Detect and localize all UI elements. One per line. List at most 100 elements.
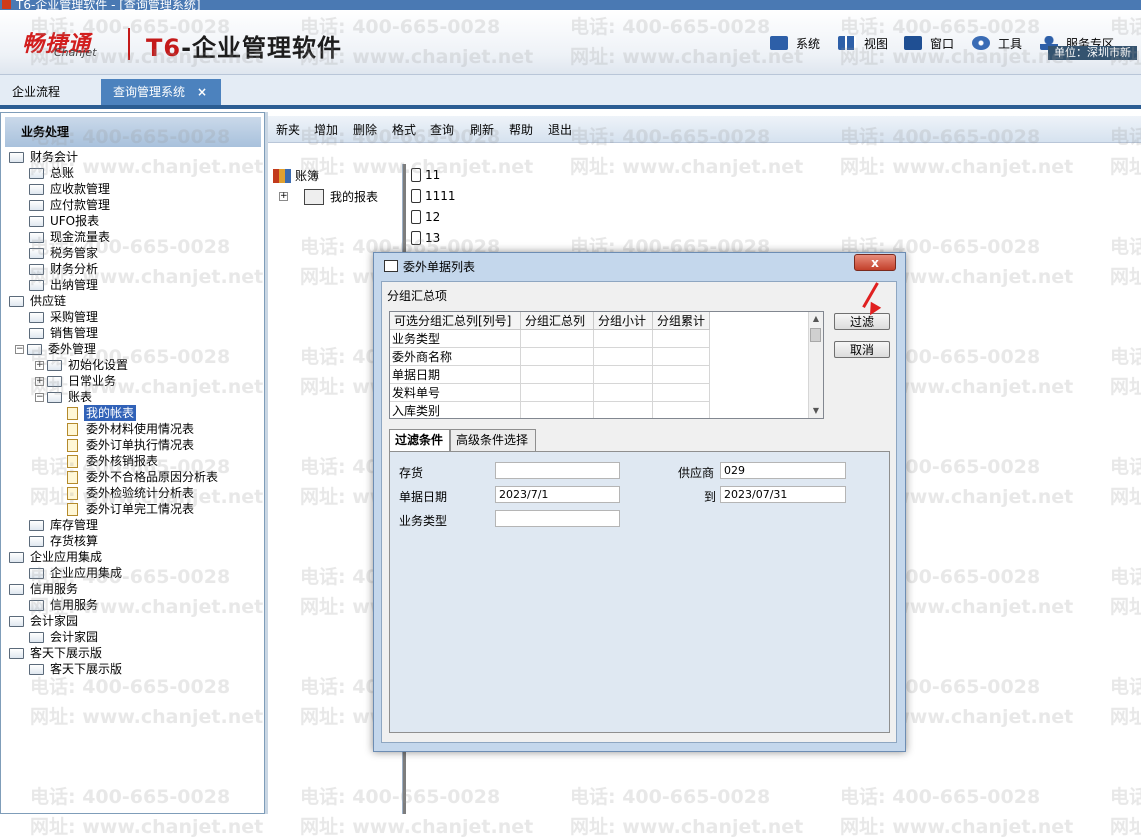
tree-node-my-reports[interactable]: + 我的报表 xyxy=(279,188,378,205)
tree-root-ledger[interactable]: 账簿 xyxy=(273,167,319,184)
tree-node[interactable]: 销售管理 xyxy=(29,325,100,341)
book-item[interactable]: 12 xyxy=(411,210,440,224)
scroll-thumb[interactable] xyxy=(810,328,821,342)
table-row[interactable]: 入库类别 xyxy=(390,401,711,418)
tree-node[interactable]: 委外材料使用情况表 xyxy=(67,421,196,437)
tree-node[interactable]: + 日常业务 xyxy=(35,373,118,389)
tree-node[interactable]: 我的帐表 xyxy=(67,405,137,421)
tree-node[interactable]: 会计家园 xyxy=(9,613,80,629)
grid-cell[interactable] xyxy=(652,401,711,418)
book-item[interactable]: 1111 xyxy=(411,189,456,203)
tree-node[interactable]: 出纳管理 xyxy=(29,277,100,293)
grid-scrollbar[interactable]: ▲ ▼ xyxy=(808,312,823,418)
add-button[interactable]: 增加 xyxy=(314,121,338,138)
inventory-input[interactable] xyxy=(495,462,620,479)
grid-cell[interactable] xyxy=(593,383,653,402)
tab-enterprise-flow[interactable]: 企业流程 xyxy=(0,79,72,105)
filter-button[interactable]: 过滤 xyxy=(834,313,890,330)
collapse-icon[interactable]: − xyxy=(35,392,44,402)
grid-cell[interactable] xyxy=(520,365,594,384)
tree-node[interactable]: 存货核算 xyxy=(29,533,100,549)
tree-node[interactable]: − 委外管理 xyxy=(15,341,98,357)
tree-node[interactable]: 委外订单执行情况表 xyxy=(67,437,196,453)
grid-cell[interactable] xyxy=(593,365,653,384)
tree-node[interactable]: 采购管理 xyxy=(29,309,100,325)
menu-view[interactable]: 视图 xyxy=(838,33,888,53)
tree-node[interactable]: 会计家园 xyxy=(29,629,100,645)
grid-header[interactable]: 分组汇总列 xyxy=(520,312,594,330)
expand-icon[interactable]: + xyxy=(35,376,44,386)
tab-advanced-conditions[interactable]: 高级条件选择 xyxy=(450,429,536,451)
tree-node[interactable]: 应付款管理 xyxy=(29,197,112,213)
tree-node[interactable]: UFO报表 xyxy=(29,213,101,229)
grid-cell[interactable] xyxy=(652,383,711,402)
tree-node[interactable]: 财务分析 xyxy=(29,261,100,277)
grid-cell[interactable] xyxy=(652,365,711,384)
date-to-input[interactable]: 2023/07/31 xyxy=(720,486,846,503)
table-row[interactable]: 发料单号 xyxy=(390,383,711,402)
scroll-down-icon[interactable]: ▼ xyxy=(811,406,821,416)
tree-node[interactable]: 委外核销报表 xyxy=(67,453,160,469)
grid-cell[interactable] xyxy=(520,383,594,402)
new-folder-button[interactable]: 新夹 xyxy=(276,121,300,138)
grid-cell[interactable] xyxy=(652,329,711,348)
help-button[interactable]: 帮助 xyxy=(509,121,533,138)
tree-node-label: 委外不合格品原因分析表 xyxy=(86,470,219,484)
close-icon[interactable]: x xyxy=(854,254,896,271)
grid-cell[interactable] xyxy=(593,347,653,366)
tree-node[interactable]: 应收款管理 xyxy=(29,181,112,197)
grid-cell[interactable] xyxy=(520,329,594,348)
grid-cell[interactable] xyxy=(593,401,653,418)
table-row[interactable]: 业务类型 xyxy=(390,329,711,348)
close-icon[interactable]: × xyxy=(197,85,207,99)
tree-node[interactable]: 财务会计 xyxy=(9,149,80,165)
collapse-icon[interactable]: − xyxy=(15,344,24,354)
book-item[interactable]: 11 xyxy=(411,168,440,182)
folder-icon xyxy=(9,551,24,563)
tree-node[interactable]: 企业应用集成 xyxy=(29,565,124,581)
tree-node[interactable]: 总账 xyxy=(29,165,76,181)
expand-icon[interactable]: + xyxy=(279,192,288,201)
tree-node[interactable]: 客天下展示版 xyxy=(9,645,104,661)
tab-query-system[interactable]: 查询管理系统 × xyxy=(101,79,222,105)
tree-node[interactable]: + 初始化设置 xyxy=(35,357,130,373)
exit-button[interactable]: 退出 xyxy=(548,121,572,138)
tree-node[interactable]: 委外订单完工情况表 xyxy=(67,501,196,517)
table-row[interactable]: 委外商名称 xyxy=(390,347,711,366)
supplier-input[interactable]: 029 xyxy=(720,462,846,479)
expand-icon[interactable]: + xyxy=(35,360,44,370)
tree-node[interactable]: 库存管理 xyxy=(29,517,100,533)
grid-header[interactable]: 分组小计 xyxy=(593,312,653,330)
format-button[interactable]: 格式 xyxy=(392,121,416,138)
tree-node[interactable]: 信用服务 xyxy=(9,581,80,597)
book-item[interactable]: 13 xyxy=(411,231,440,245)
grid-header[interactable]: 可选分组汇总列[列号] xyxy=(390,312,521,330)
tree-node[interactable]: 供应链 xyxy=(9,293,68,309)
tree-node[interactable]: 现金流量表 xyxy=(29,229,112,245)
biz-type-input[interactable] xyxy=(495,510,620,527)
grid-cell[interactable] xyxy=(652,347,711,366)
menu-system[interactable]: 系统 xyxy=(770,33,820,53)
tab-filter-conditions[interactable]: 过滤条件 xyxy=(389,429,450,452)
tree-node[interactable]: − 账表 xyxy=(35,389,94,405)
menu-tools[interactable]: 工具 xyxy=(972,33,1022,53)
panel-splitter[interactable] xyxy=(265,112,268,814)
tree-node[interactable]: 企业应用集成 xyxy=(9,549,104,565)
grid-cell[interactable] xyxy=(593,329,653,348)
query-button[interactable]: 查询 xyxy=(430,121,454,138)
tree-node[interactable]: 税务管家 xyxy=(29,245,100,261)
delete-button[interactable]: 删除 xyxy=(353,121,377,138)
grid-cell[interactable] xyxy=(520,401,594,418)
tree-node[interactable]: 客天下展示版 xyxy=(29,661,124,677)
tree-node[interactable]: 委外不合格品原因分析表 xyxy=(67,469,220,485)
cancel-button[interactable]: 取消 xyxy=(834,341,890,358)
refresh-button[interactable]: 刷新 xyxy=(470,121,494,138)
tree-node[interactable]: 委外检验统计分析表 xyxy=(67,485,196,501)
scroll-up-icon[interactable]: ▲ xyxy=(811,314,821,324)
tree-node[interactable]: 信用服务 xyxy=(29,597,100,613)
date-from-input[interactable]: 2023/7/1 xyxy=(495,486,620,503)
menu-window[interactable]: 窗口 xyxy=(904,33,954,53)
grid-cell[interactable] xyxy=(520,347,594,366)
grid-header[interactable]: 分组累计 xyxy=(652,312,711,330)
table-row[interactable]: 单据日期 xyxy=(390,365,711,384)
